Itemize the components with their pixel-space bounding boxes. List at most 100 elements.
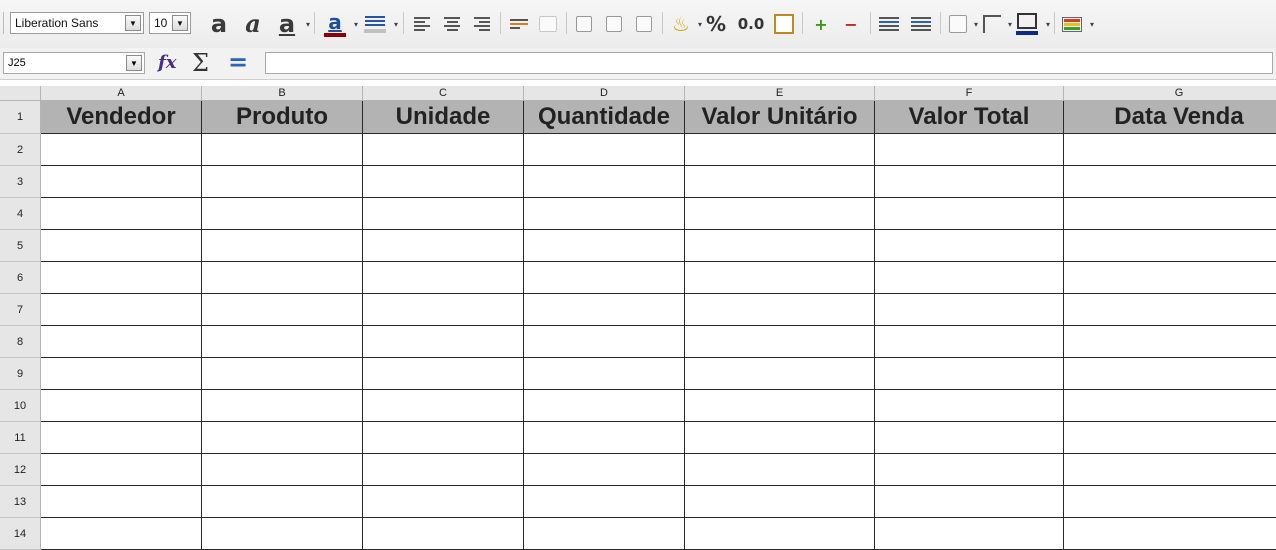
cell-c12[interactable] (363, 454, 524, 486)
chevron-down-icon[interactable]: ▼ (126, 55, 142, 71)
cell-f8[interactable] (875, 326, 1064, 358)
percent-button[interactable]: % (704, 10, 728, 38)
cell-e9[interactable] (685, 358, 875, 390)
cell-a2[interactable] (41, 134, 202, 166)
cell-b9[interactable] (202, 358, 363, 390)
cell-b2[interactable] (202, 134, 363, 166)
cell-e2[interactable] (685, 134, 875, 166)
cell-e7[interactable] (685, 294, 875, 326)
cell-c8[interactable] (363, 326, 524, 358)
sum-icon[interactable]: Σ (192, 49, 209, 77)
cell-a5[interactable] (41, 230, 202, 262)
borders-button[interactable] (946, 10, 970, 38)
cell-b8[interactable] (202, 326, 363, 358)
italic-button[interactable]: a (240, 10, 266, 38)
column-header-a[interactable]: A (41, 86, 202, 101)
chevron-down-icon[interactable]: ▾ (392, 10, 400, 38)
row-header-12[interactable]: 12 (0, 454, 41, 486)
row-header-11[interactable]: 11 (0, 422, 41, 454)
wrap-text-button[interactable] (506, 10, 532, 38)
cell-d7[interactable] (524, 294, 685, 326)
cell-d3[interactable] (524, 166, 685, 198)
cell-d5[interactable] (524, 230, 685, 262)
cell-g5[interactable] (1064, 230, 1276, 262)
cell-a12[interactable] (41, 454, 202, 486)
cell-d14[interactable] (524, 518, 685, 550)
bold-button[interactable]: a (206, 10, 232, 38)
cell-b3[interactable] (202, 166, 363, 198)
date-button[interactable] (772, 10, 796, 38)
conditional-format-button[interactable] (1060, 10, 1084, 38)
cell-f4[interactable] (875, 198, 1064, 230)
cell-a13[interactable] (41, 486, 202, 518)
cell-c5[interactable] (363, 230, 524, 262)
cell-f14[interactable] (875, 518, 1064, 550)
font-size-combo[interactable]: 10 ▼ (149, 12, 191, 34)
cell-a9[interactable] (41, 358, 202, 390)
cell-d4[interactable] (524, 198, 685, 230)
cell-d8[interactable] (524, 326, 685, 358)
cell-g4[interactable] (1064, 198, 1276, 230)
cell-b7[interactable] (202, 294, 363, 326)
cell-f9[interactable] (875, 358, 1064, 390)
column-header-g[interactable]: G (1064, 86, 1276, 101)
header-cell-f[interactable]: Valor Total (875, 101, 1064, 134)
cell-b6[interactable] (202, 262, 363, 294)
header-cell-a[interactable]: Vendedor (41, 101, 202, 134)
cell-f6[interactable] (875, 262, 1064, 294)
cell-f2[interactable] (875, 134, 1064, 166)
column-header-e[interactable]: E (685, 86, 875, 101)
cell-b10[interactable] (202, 390, 363, 422)
column-header-f[interactable]: F (875, 86, 1064, 101)
border-color-button[interactable] (1014, 10, 1040, 38)
cell-b4[interactable] (202, 198, 363, 230)
cell-a3[interactable] (41, 166, 202, 198)
row-header-3[interactable]: 3 (0, 166, 41, 198)
cell-c13[interactable] (363, 486, 524, 518)
cell-e8[interactable] (685, 326, 875, 358)
cell-g13[interactable] (1064, 486, 1276, 518)
align-top-button[interactable] (572, 10, 596, 38)
function-wizard-icon[interactable]: fx (158, 52, 176, 73)
column-header-d[interactable]: D (524, 86, 685, 101)
decimal-format-button[interactable]: 0.0 (734, 10, 768, 38)
name-box[interactable]: J25 ▼ (3, 52, 145, 74)
align-right-button[interactable] (470, 10, 494, 38)
cell-c2[interactable] (363, 134, 524, 166)
chevron-down-icon[interactable]: ▼ (125, 15, 141, 31)
cell-g2[interactable] (1064, 134, 1276, 166)
cell-c3[interactable] (363, 166, 524, 198)
align-middle-button[interactable] (602, 10, 626, 38)
cell-d10[interactable] (524, 390, 685, 422)
merge-cells-button[interactable] (536, 10, 560, 38)
cell-g12[interactable] (1064, 454, 1276, 486)
row-header-1[interactable]: 1 (0, 101, 41, 134)
header-cell-e[interactable]: Valor Unitário (685, 101, 875, 134)
row-header-6[interactable]: 6 (0, 262, 41, 294)
underline-button[interactable]: a (274, 10, 300, 38)
cell-e3[interactable] (685, 166, 875, 198)
select-all-corner[interactable] (0, 86, 41, 101)
chevron-down-icon[interactable]: ▾ (1044, 10, 1052, 38)
column-header-b[interactable]: B (202, 86, 363, 101)
cell-c9[interactable] (363, 358, 524, 390)
cell-b13[interactable] (202, 486, 363, 518)
cell-e6[interactable] (685, 262, 875, 294)
chevron-down-icon[interactable]: ▾ (1088, 10, 1096, 38)
header-cell-d[interactable]: Quantidade (524, 101, 685, 134)
cell-g7[interactable] (1064, 294, 1276, 326)
cell-d6[interactable] (524, 262, 685, 294)
align-bottom-button[interactable] (632, 10, 656, 38)
cell-f5[interactable] (875, 230, 1064, 262)
cell-c10[interactable] (363, 390, 524, 422)
cell-a8[interactable] (41, 326, 202, 358)
cell-g9[interactable] (1064, 358, 1276, 390)
align-left-button[interactable] (410, 10, 434, 38)
border-style-button[interactable] (980, 10, 1004, 38)
cell-f3[interactable] (875, 166, 1064, 198)
increase-indent-button[interactable] (876, 10, 902, 38)
chevron-down-icon[interactable]: ▾ (304, 10, 312, 38)
chevron-down-icon[interactable]: ▾ (696, 10, 704, 38)
chevron-down-icon[interactable]: ▾ (352, 10, 360, 38)
cell-e12[interactable] (685, 454, 875, 486)
